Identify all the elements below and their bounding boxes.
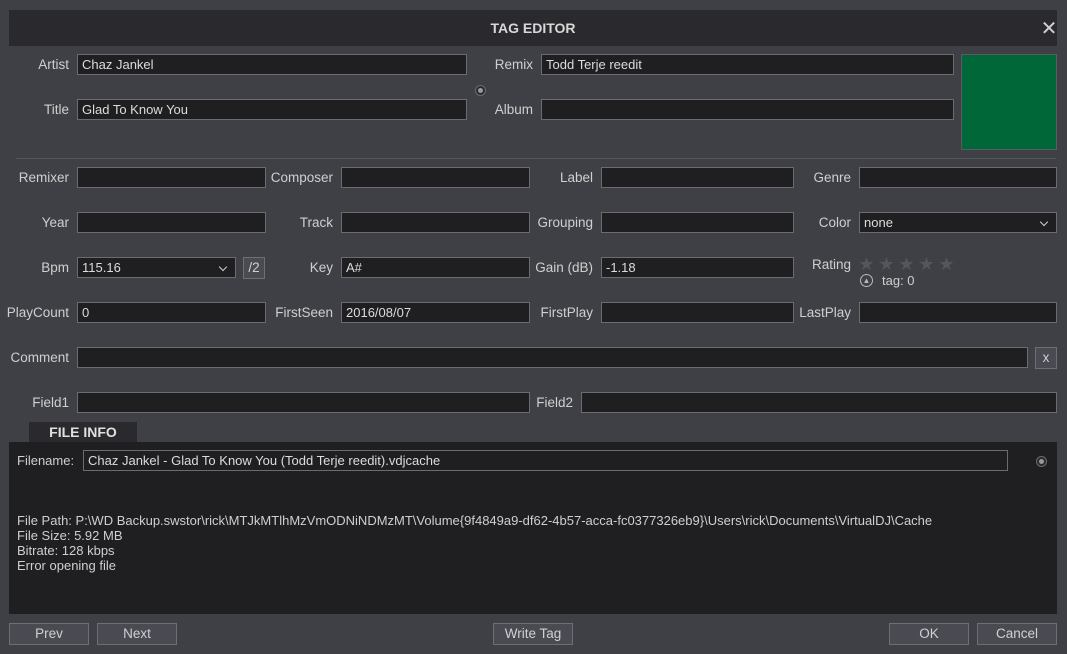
bpm-label: Bpm bbox=[41, 260, 69, 275]
error-message: Error opening file bbox=[17, 558, 116, 573]
rating-label: Rating bbox=[811, 257, 851, 272]
field1-field[interactable] bbox=[77, 392, 530, 413]
comment-clear-button[interactable]: x bbox=[1035, 347, 1057, 369]
firstseen-label: FirstSeen bbox=[275, 305, 333, 320]
year-field[interactable] bbox=[77, 212, 266, 233]
color-label: Color bbox=[818, 215, 851, 230]
tag-count: tag: 0 bbox=[882, 273, 915, 288]
album-field[interactable] bbox=[541, 99, 954, 120]
key-label: Key bbox=[309, 260, 333, 275]
field2-label: Field2 bbox=[536, 395, 573, 410]
ok-button[interactable]: OK bbox=[889, 623, 969, 645]
prev-button[interactable]: Prev bbox=[9, 623, 89, 645]
firstseen-field[interactable]: 2016/08/07 bbox=[341, 302, 530, 323]
genre-label: Genre bbox=[813, 170, 851, 185]
star-icon[interactable]: ★ bbox=[878, 255, 895, 273]
label-label: Label bbox=[559, 170, 593, 185]
album-label: Album bbox=[494, 102, 533, 117]
file-size: File Size: 5.92 MB bbox=[17, 528, 123, 543]
bpm-select[interactable]: 115.16 bbox=[77, 257, 236, 278]
filename-knob-icon[interactable] bbox=[1036, 456, 1047, 467]
star-icon[interactable]: ★ bbox=[858, 255, 875, 273]
key-field[interactable]: A# bbox=[341, 257, 530, 278]
bpm-half-button[interactable]: /2 bbox=[243, 257, 265, 279]
label-field[interactable] bbox=[601, 167, 794, 188]
title-bar[interactable]: TAG EDITOR ✕ bbox=[9, 10, 1057, 46]
lastplay-field[interactable] bbox=[859, 302, 1057, 323]
file-path: File Path: P:\WD Backup.swstor\rick\MTJk… bbox=[17, 513, 933, 528]
remixer-field[interactable] bbox=[77, 167, 266, 188]
composer-field[interactable] bbox=[341, 167, 530, 188]
remix-label: Remix bbox=[494, 57, 533, 72]
file-info-tab[interactable]: FILE INFO bbox=[29, 422, 137, 442]
filename-label: Filename: bbox=[17, 453, 75, 468]
cover-art[interactable] bbox=[961, 54, 1057, 150]
star-icon[interactable]: ★ bbox=[938, 255, 955, 273]
comment-field[interactable] bbox=[77, 347, 1028, 368]
remixer-label: Remixer bbox=[18, 170, 69, 185]
comment-label: Comment bbox=[10, 350, 69, 365]
playcount-field[interactable]: 0 bbox=[77, 302, 266, 323]
title-label: Title bbox=[43, 102, 69, 117]
title-field[interactable]: Glad To Know You bbox=[77, 99, 467, 120]
bitrate: Bitrate: 128 kbps bbox=[17, 543, 115, 558]
close-icon[interactable]: ✕ bbox=[1039, 19, 1059, 40]
firstplay-field[interactable] bbox=[601, 302, 794, 323]
filename-field[interactable]: Chaz Jankel - Glad To Know You (Todd Ter… bbox=[83, 450, 1008, 471]
field2-field[interactable] bbox=[581, 392, 1057, 413]
track-label: Track bbox=[299, 215, 333, 230]
grouping-field[interactable] bbox=[601, 212, 794, 233]
gain-field[interactable]: -1.18 bbox=[601, 257, 794, 278]
field1-label: Field1 bbox=[32, 395, 69, 410]
composer-label: Composer bbox=[270, 170, 333, 185]
window-title: TAG EDITOR bbox=[490, 20, 576, 36]
swap-knob-icon[interactable] bbox=[475, 85, 486, 96]
star-icon[interactable]: ★ bbox=[898, 255, 915, 273]
firstplay-label: FirstPlay bbox=[540, 305, 593, 320]
write-tag-button[interactable]: Write Tag bbox=[493, 623, 573, 645]
grouping-label: Grouping bbox=[537, 215, 593, 230]
cancel-button[interactable]: Cancel bbox=[977, 623, 1057, 645]
tag-editor-window: TAG EDITOR ✕ Artist Chaz Jankel Remix To… bbox=[0, 0, 1067, 654]
star-icon[interactable]: ★ bbox=[918, 255, 935, 273]
artist-label: Artist bbox=[38, 57, 69, 72]
remix-field[interactable]: Todd Terje reedit bbox=[541, 54, 954, 75]
artist-field[interactable]: Chaz Jankel bbox=[77, 54, 467, 75]
gain-label: Gain (dB) bbox=[535, 260, 593, 275]
playcount-label: PlayCount bbox=[6, 305, 69, 320]
genre-field[interactable] bbox=[859, 167, 1057, 188]
lastplay-label: LastPlay bbox=[799, 305, 851, 320]
track-field[interactable] bbox=[341, 212, 530, 233]
year-label: Year bbox=[41, 215, 69, 230]
color-select[interactable]: none bbox=[859, 212, 1057, 233]
next-button[interactable]: Next bbox=[97, 623, 177, 645]
tag-up-icon[interactable]: ▲ bbox=[860, 274, 873, 287]
divider bbox=[16, 158, 1056, 159]
